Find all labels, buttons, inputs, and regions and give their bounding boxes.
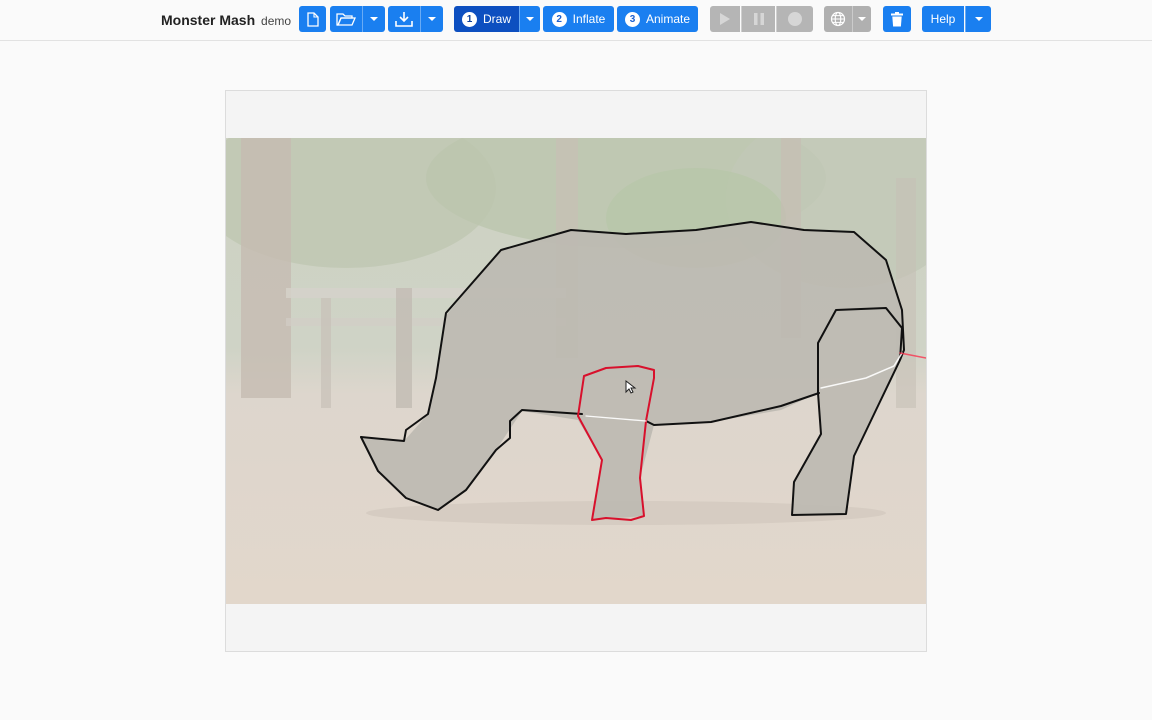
save-dropdown-button[interactable]: [420, 6, 443, 32]
drawing-canvas[interactable]: [226, 138, 926, 604]
inflate-mode-button[interactable]: 2 Inflate: [543, 6, 614, 32]
play-icon: [720, 13, 730, 25]
folder-open-icon: [336, 12, 356, 26]
step-number: 3: [624, 11, 640, 27]
draw-label: Draw: [482, 12, 511, 26]
step-number: 2: [551, 11, 567, 27]
open-dropdown-button[interactable]: [362, 6, 385, 32]
draw-dropdown-button[interactable]: [519, 6, 540, 32]
save-button[interactable]: [388, 6, 420, 32]
delete-button[interactable]: [883, 6, 911, 32]
trash-icon: [891, 11, 903, 26]
record-icon: [788, 12, 802, 26]
new-file-button[interactable]: [299, 6, 326, 32]
language-dropdown-button[interactable]: [852, 6, 871, 32]
inflate-label: Inflate: [572, 12, 606, 26]
step-number: 1: [461, 11, 477, 27]
animate-mode-button[interactable]: 3 Animate: [617, 6, 698, 32]
chevron-down-icon: [526, 17, 534, 21]
file-icon: [306, 11, 319, 27]
language-button[interactable]: [824, 6, 852, 32]
animate-label: Animate: [645, 12, 691, 26]
app-title: Monster Mash: [161, 12, 256, 28]
pause-icon: [753, 13, 764, 25]
globe-icon: [830, 11, 846, 27]
top-toolbar: Monster Mash demo 1 Draw 2 Inflate 3 Ani…: [0, 0, 1152, 41]
chevron-down-icon: [428, 17, 436, 21]
download-icon: [395, 12, 413, 27]
pause-button[interactable]: [741, 6, 775, 32]
draw-mode-button[interactable]: 1 Draw: [454, 6, 519, 32]
chevron-down-icon: [974, 17, 983, 21]
help-button[interactable]: Help: [922, 6, 964, 32]
app-subtitle: demo: [261, 14, 292, 28]
help-label: Help: [930, 12, 956, 26]
chevron-down-icon: [370, 17, 378, 21]
canvas-svg[interactable]: [226, 138, 926, 604]
help-dropdown-button[interactable]: [965, 6, 991, 32]
record-button[interactable]: [776, 6, 813, 32]
play-button[interactable]: [710, 6, 740, 32]
app-brand: Monster Mash demo: [161, 12, 291, 28]
open-button[interactable]: [330, 6, 362, 32]
chevron-down-icon: [858, 17, 866, 21]
